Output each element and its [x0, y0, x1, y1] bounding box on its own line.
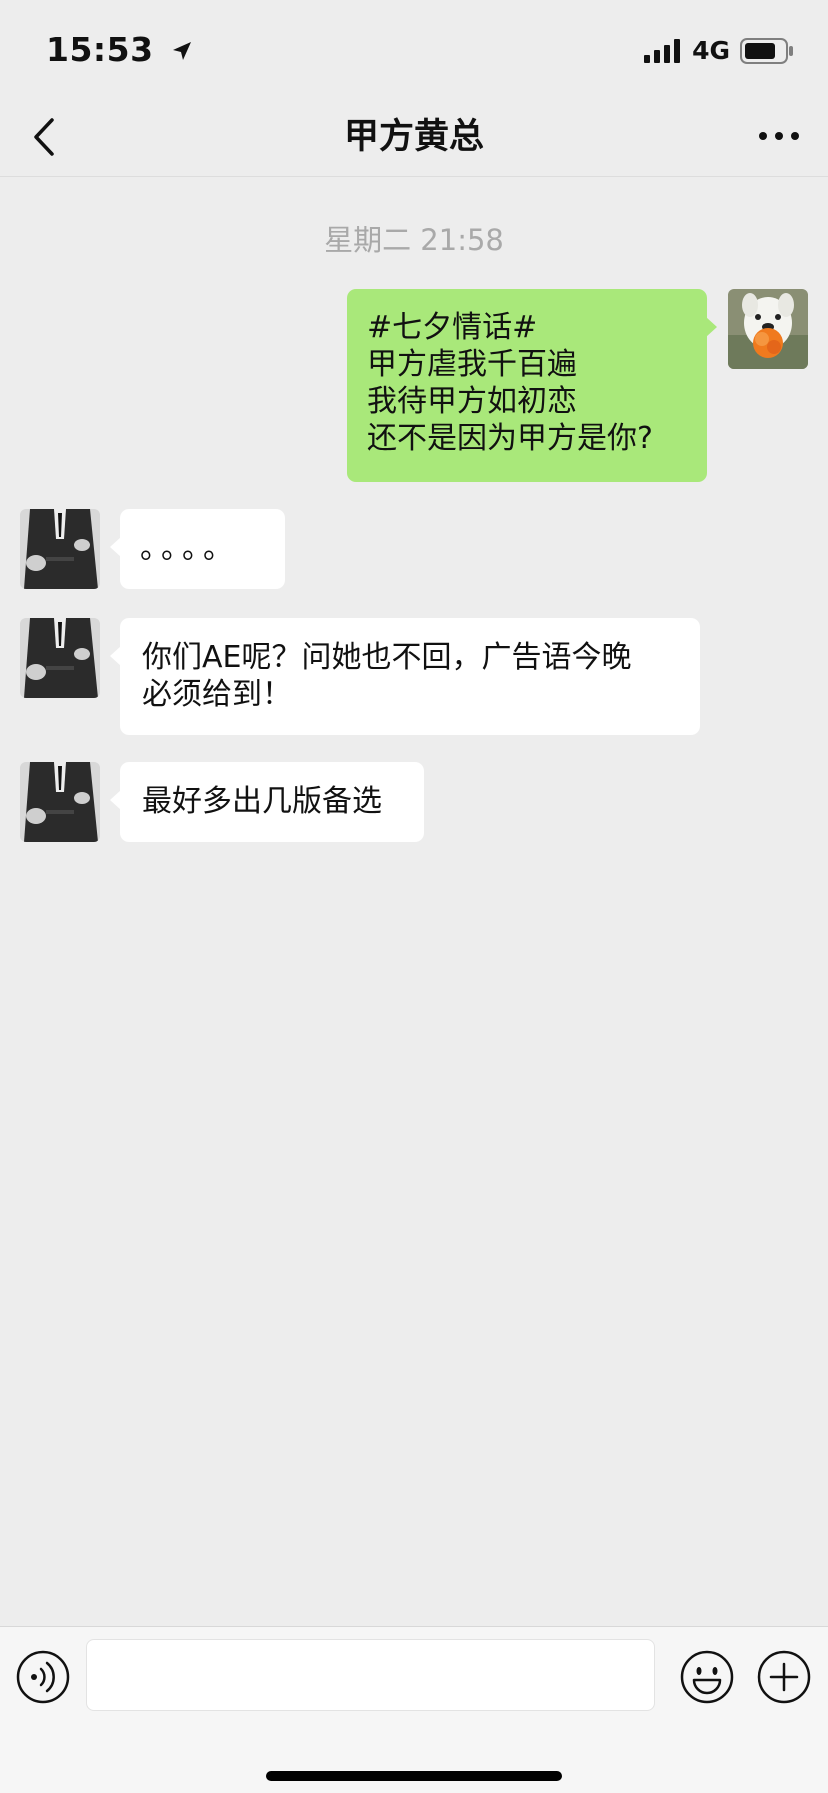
plus-icon[interactable]: [757, 1650, 811, 1704]
navigation-bar: 甲方黄总: [0, 96, 828, 177]
message-line: 还不是因为甲方是你?: [367, 421, 653, 456]
status-bar: 15:53 4G: [0, 0, 828, 96]
signal-icon: [644, 38, 681, 63]
message-line: 甲方虐我千百遍: [367, 347, 577, 382]
chat-title: 甲方黄总: [343, 117, 484, 157]
voice-icon[interactable]: [16, 1650, 70, 1704]
suit-avatar-image: [20, 762, 100, 842]
suit-avatar-image: [20, 509, 100, 589]
contact-avatar[interactable]: [20, 762, 100, 842]
contact-avatar[interactable]: [20, 509, 100, 589]
message-line: 必须给到！: [142, 677, 292, 712]
location-arrow-icon: [172, 42, 191, 60]
more-icon[interactable]: [756, 116, 802, 156]
message-line: 我待甲方如初恋: [367, 384, 577, 419]
status-time-label: 15:53: [46, 30, 154, 69]
message-line: 最好多出几版备选: [142, 784, 382, 819]
chat-timestamp: 星期二 21:58: [324, 223, 504, 257]
message-bubble-incoming[interactable]: 你们AE呢？问她也不回，广告语今晚 必须给到！: [110, 618, 700, 735]
status-time: 15:53: [46, 30, 194, 69]
chat-area[interactable]: 星期二 21:58 #七夕情话# 甲方虐我千百遍 我待甲方如初恋 还不是因为甲方…: [0, 177, 828, 1625]
contact-avatar[interactable]: [20, 618, 100, 698]
message-line: #七夕情话#: [367, 310, 538, 345]
message-bubble-incoming[interactable]: 最好多出几版备选: [110, 762, 424, 842]
input-bar: [0, 1626, 828, 1793]
emoji-icon[interactable]: [680, 1650, 734, 1704]
message-bubble-incoming[interactable]: 。。。。: [110, 509, 285, 589]
network-label: 4G: [692, 36, 730, 65]
status-indicators: 4G: [644, 36, 794, 65]
battery-icon: [740, 37, 793, 64]
message-line: 你们AE呢？问她也不回，广告语今晚: [142, 640, 632, 675]
home-indicator[interactable]: [266, 1771, 562, 1781]
suit-avatar-image: [20, 618, 100, 698]
message-line: 。。。。: [140, 531, 239, 566]
my-avatar[interactable]: [728, 289, 808, 369]
message-bubble-outgoing[interactable]: #七夕情话# 甲方虐我千百遍 我待甲方如初恋 还不是因为甲方是你?: [347, 289, 717, 482]
message-input[interactable]: [86, 1639, 655, 1711]
dog-avatar-image: [728, 289, 808, 369]
